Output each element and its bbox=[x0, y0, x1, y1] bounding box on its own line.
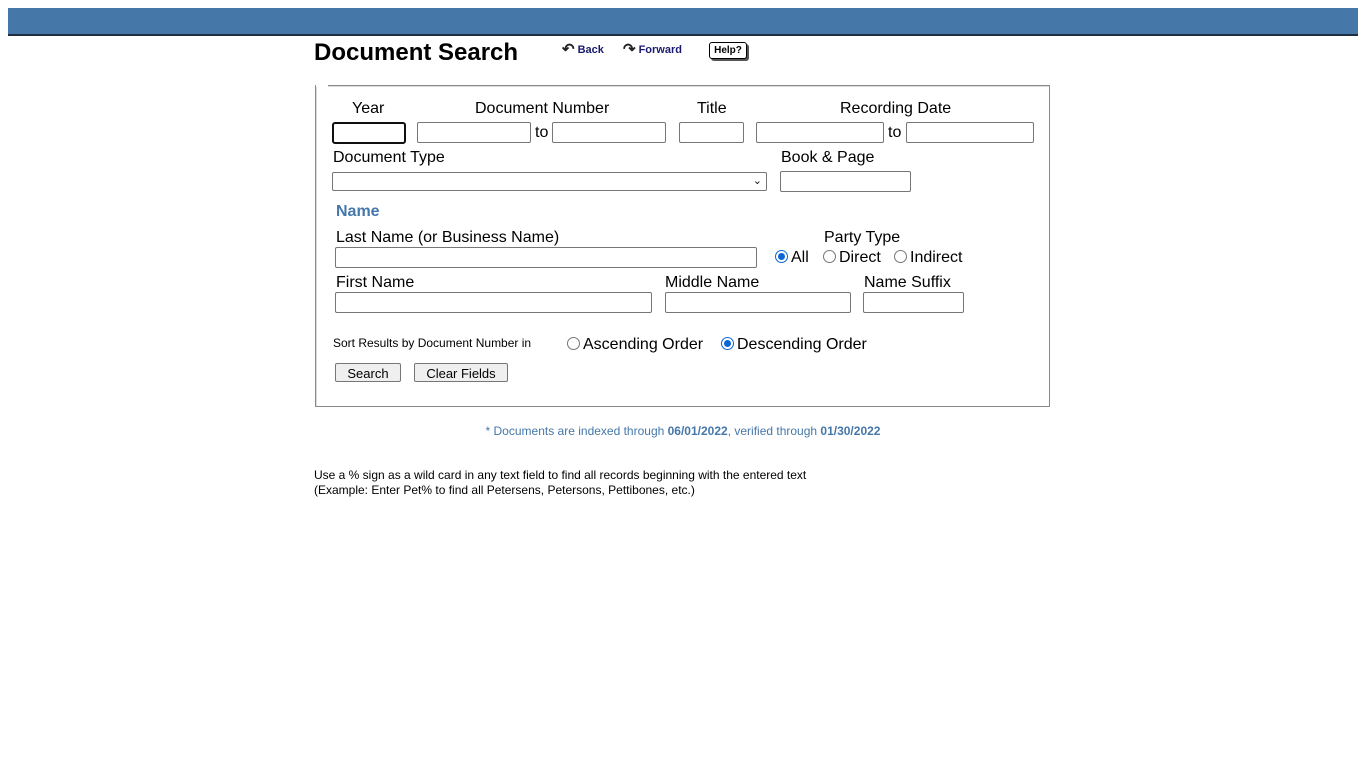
year-label: Year bbox=[352, 100, 385, 117]
sort-descending-radio[interactable] bbox=[721, 337, 734, 350]
search-button[interactable]: Search bbox=[335, 363, 401, 382]
middle-name-input[interactable] bbox=[665, 292, 851, 313]
book-page-input[interactable] bbox=[780, 171, 911, 192]
back-label: Back bbox=[577, 44, 604, 56]
party-type-all-radio[interactable] bbox=[775, 250, 788, 263]
first-name-input[interactable] bbox=[335, 292, 652, 313]
sort-label: Sort Results by Document Number in bbox=[333, 336, 532, 350]
back-link[interactable]: ↶ Back bbox=[562, 41, 604, 58]
verified-date: 01/30/2022 bbox=[820, 424, 881, 438]
party-type-indirect-label: Indirect bbox=[910, 249, 963, 266]
sort-ascending-label: Ascending Order bbox=[583, 336, 704, 353]
recording-date-from-input[interactable] bbox=[756, 122, 884, 143]
forward-link[interactable]: ↷ Forward bbox=[623, 41, 682, 58]
index-notice: * Documents are indexed through 06/01/20… bbox=[0, 424, 1366, 438]
back-arrow-icon: ↶ bbox=[562, 41, 575, 58]
last-name-input[interactable] bbox=[335, 247, 757, 268]
first-name-label: First Name bbox=[336, 274, 415, 291]
document-number-from-input[interactable] bbox=[417, 122, 531, 143]
recording-date-to-label: to bbox=[888, 124, 902, 141]
party-type-all-label: All bbox=[791, 249, 809, 266]
wildcard-example: (Example: Enter Pet% to find all Peterse… bbox=[314, 483, 695, 497]
forward-arrow-icon: ↷ bbox=[623, 41, 636, 58]
title-label: Title bbox=[697, 100, 727, 117]
document-number-label: Document Number bbox=[475, 100, 610, 117]
last-name-label: Last Name (or Business Name) bbox=[336, 229, 560, 246]
party-type-label: Party Type bbox=[824, 229, 901, 246]
indexed-date: 06/01/2022 bbox=[667, 424, 728, 438]
document-type-select[interactable]: ⌄ bbox=[332, 172, 767, 191]
index-notice-middle: , verified through bbox=[727, 424, 821, 438]
name-section-heading: Name bbox=[336, 203, 380, 220]
party-type-direct-radio[interactable] bbox=[823, 250, 836, 263]
forward-label: Forward bbox=[638, 44, 682, 56]
sort-ascending-radio[interactable] bbox=[567, 337, 580, 350]
party-type-indirect-radio[interactable] bbox=[894, 250, 907, 263]
title-input[interactable] bbox=[679, 122, 744, 143]
document-type-label: Document Type bbox=[333, 149, 445, 166]
index-notice-prefix: * Documents are indexed through bbox=[485, 424, 668, 438]
sort-descending-label: Descending Order bbox=[737, 336, 867, 353]
name-suffix-label: Name Suffix bbox=[864, 274, 951, 291]
chevron-down-icon: ⌄ bbox=[752, 175, 762, 187]
panel-notch bbox=[316, 84, 328, 87]
help-button[interactable]: Help? bbox=[709, 42, 747, 59]
top-banner bbox=[8, 8, 1358, 36]
clear-fields-button[interactable]: Clear Fields bbox=[414, 363, 508, 382]
name-suffix-input[interactable] bbox=[863, 292, 964, 313]
year-input[interactable] bbox=[332, 122, 406, 144]
party-type-direct-label: Direct bbox=[839, 249, 881, 266]
book-page-label: Book & Page bbox=[781, 149, 875, 166]
document-number-to-input[interactable] bbox=[552, 122, 666, 143]
middle-name-label: Middle Name bbox=[665, 274, 760, 291]
wildcard-tip: Use a % sign as a wild card in any text … bbox=[314, 468, 807, 482]
page-title: Document Search bbox=[314, 39, 519, 66]
recording-date-to-input[interactable] bbox=[906, 122, 1034, 143]
recording-date-label: Recording Date bbox=[840, 100, 952, 117]
doc-number-to-label: to bbox=[535, 124, 549, 141]
